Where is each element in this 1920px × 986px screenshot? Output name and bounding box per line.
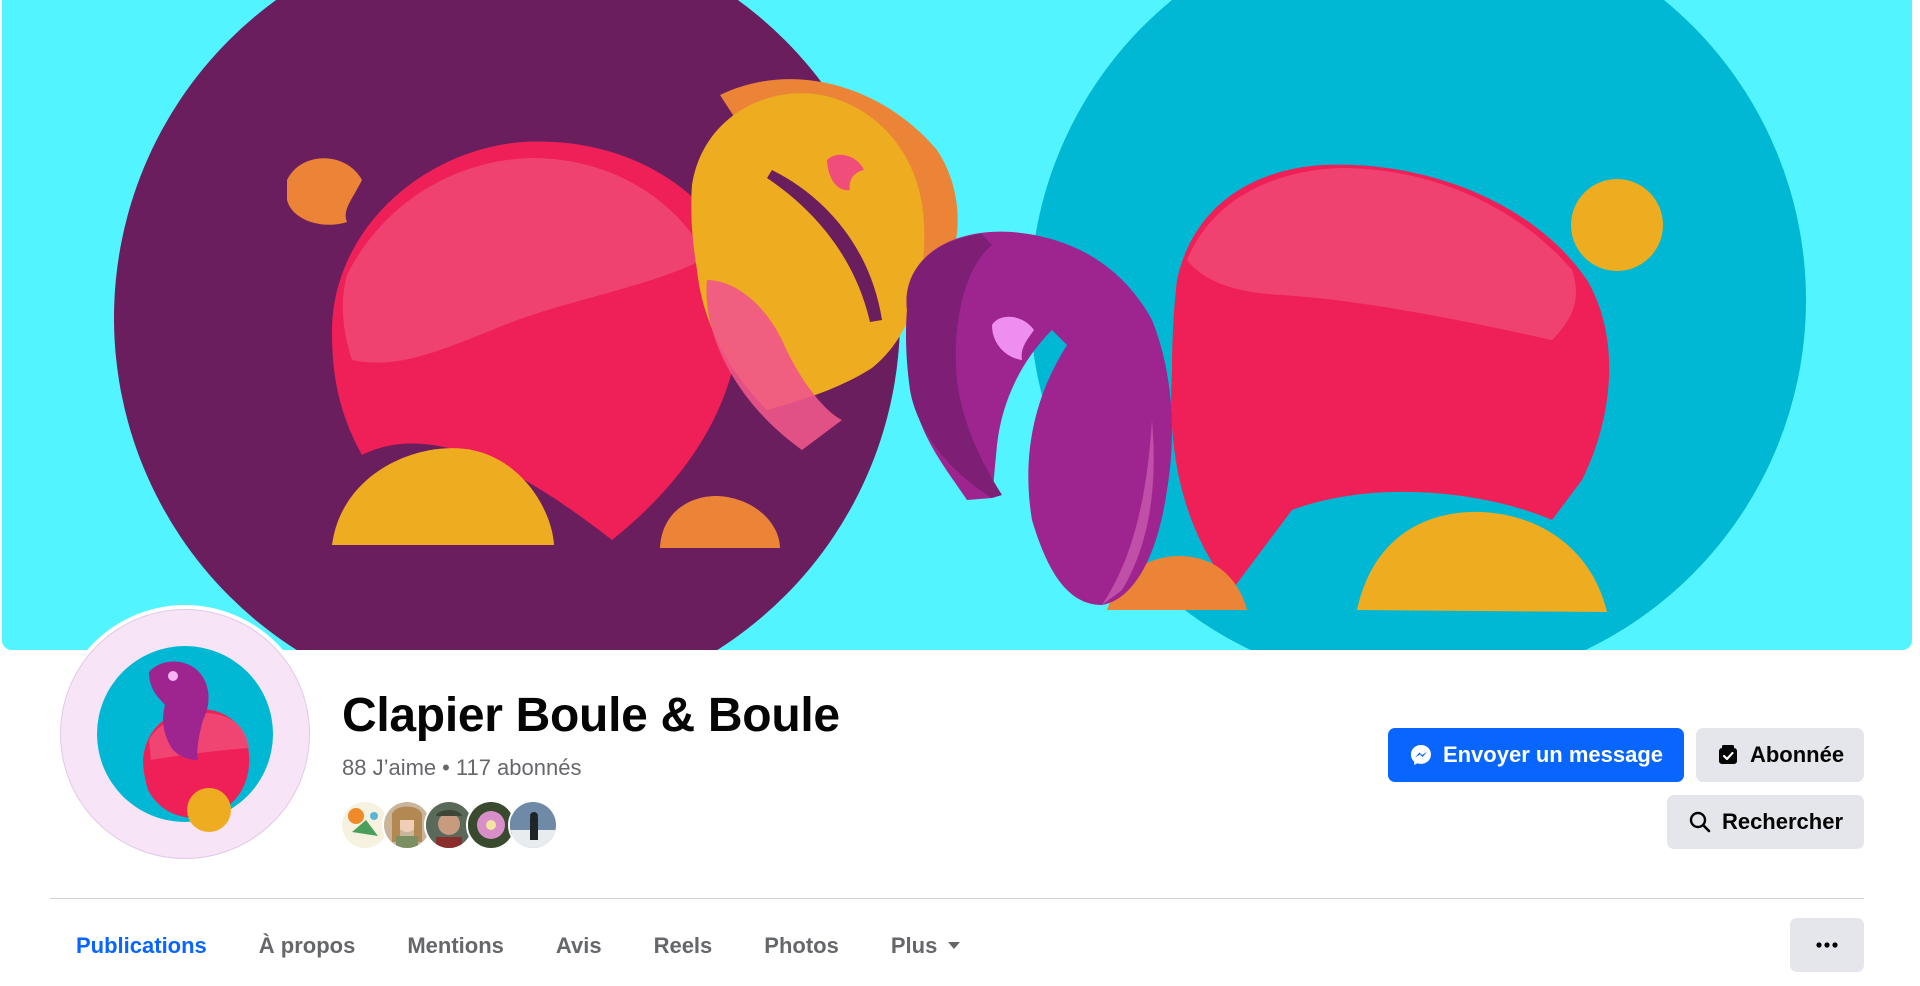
follower-avatars — [340, 800, 558, 850]
follow-label: Abonnée — [1749, 742, 1845, 767]
caret-down-icon — [947, 941, 961, 951]
more-options-button[interactable] — [1790, 918, 1864, 972]
tab-photos[interactable]: Photos — [738, 918, 865, 974]
page-stats: 88 J’aime • 117 abonnés — [342, 755, 581, 781]
follower-avatar[interactable] — [508, 800, 558, 850]
tab-about[interactable]: À propos — [233, 918, 382, 974]
stats-separator: • — [442, 755, 450, 780]
header-divider — [50, 898, 1864, 899]
inbox-check-icon — [1716, 743, 1740, 767]
page-tabs: Publications À propos Mentions Avis Reel… — [50, 918, 987, 974]
cover-illustration — [2, 0, 1912, 650]
tab-mentions[interactable]: Mentions — [381, 918, 530, 974]
ellipsis-icon — [1815, 936, 1839, 954]
tab-reviews[interactable]: Avis — [530, 918, 628, 974]
followers-count[interactable]: 117 abonnés — [456, 755, 582, 780]
tab-publications[interactable]: Publications — [50, 918, 233, 974]
search-button[interactable]: Rechercher — [1667, 795, 1864, 849]
follow-button[interactable]: Abonnée — [1696, 728, 1864, 782]
profile-logo-icon — [97, 646, 273, 832]
search-icon — [1688, 810, 1712, 834]
search-label: Rechercher — [1721, 809, 1844, 834]
cover-photo[interactable] — [2, 0, 1912, 650]
profile-picture[interactable] — [56, 605, 314, 863]
messenger-icon — [1409, 743, 1433, 767]
profile-picture-image — [60, 609, 310, 859]
send-message-button[interactable]: Envoyer un message — [1388, 728, 1684, 782]
likes-count[interactable]: 88 J’aime — [342, 755, 436, 780]
tab-more[interactable]: Plus — [865, 918, 987, 974]
tab-reels[interactable]: Reels — [628, 918, 739, 974]
page-title: Clapier Boule & Boule — [342, 689, 840, 742]
send-message-label: Envoyer un message — [1442, 742, 1664, 767]
